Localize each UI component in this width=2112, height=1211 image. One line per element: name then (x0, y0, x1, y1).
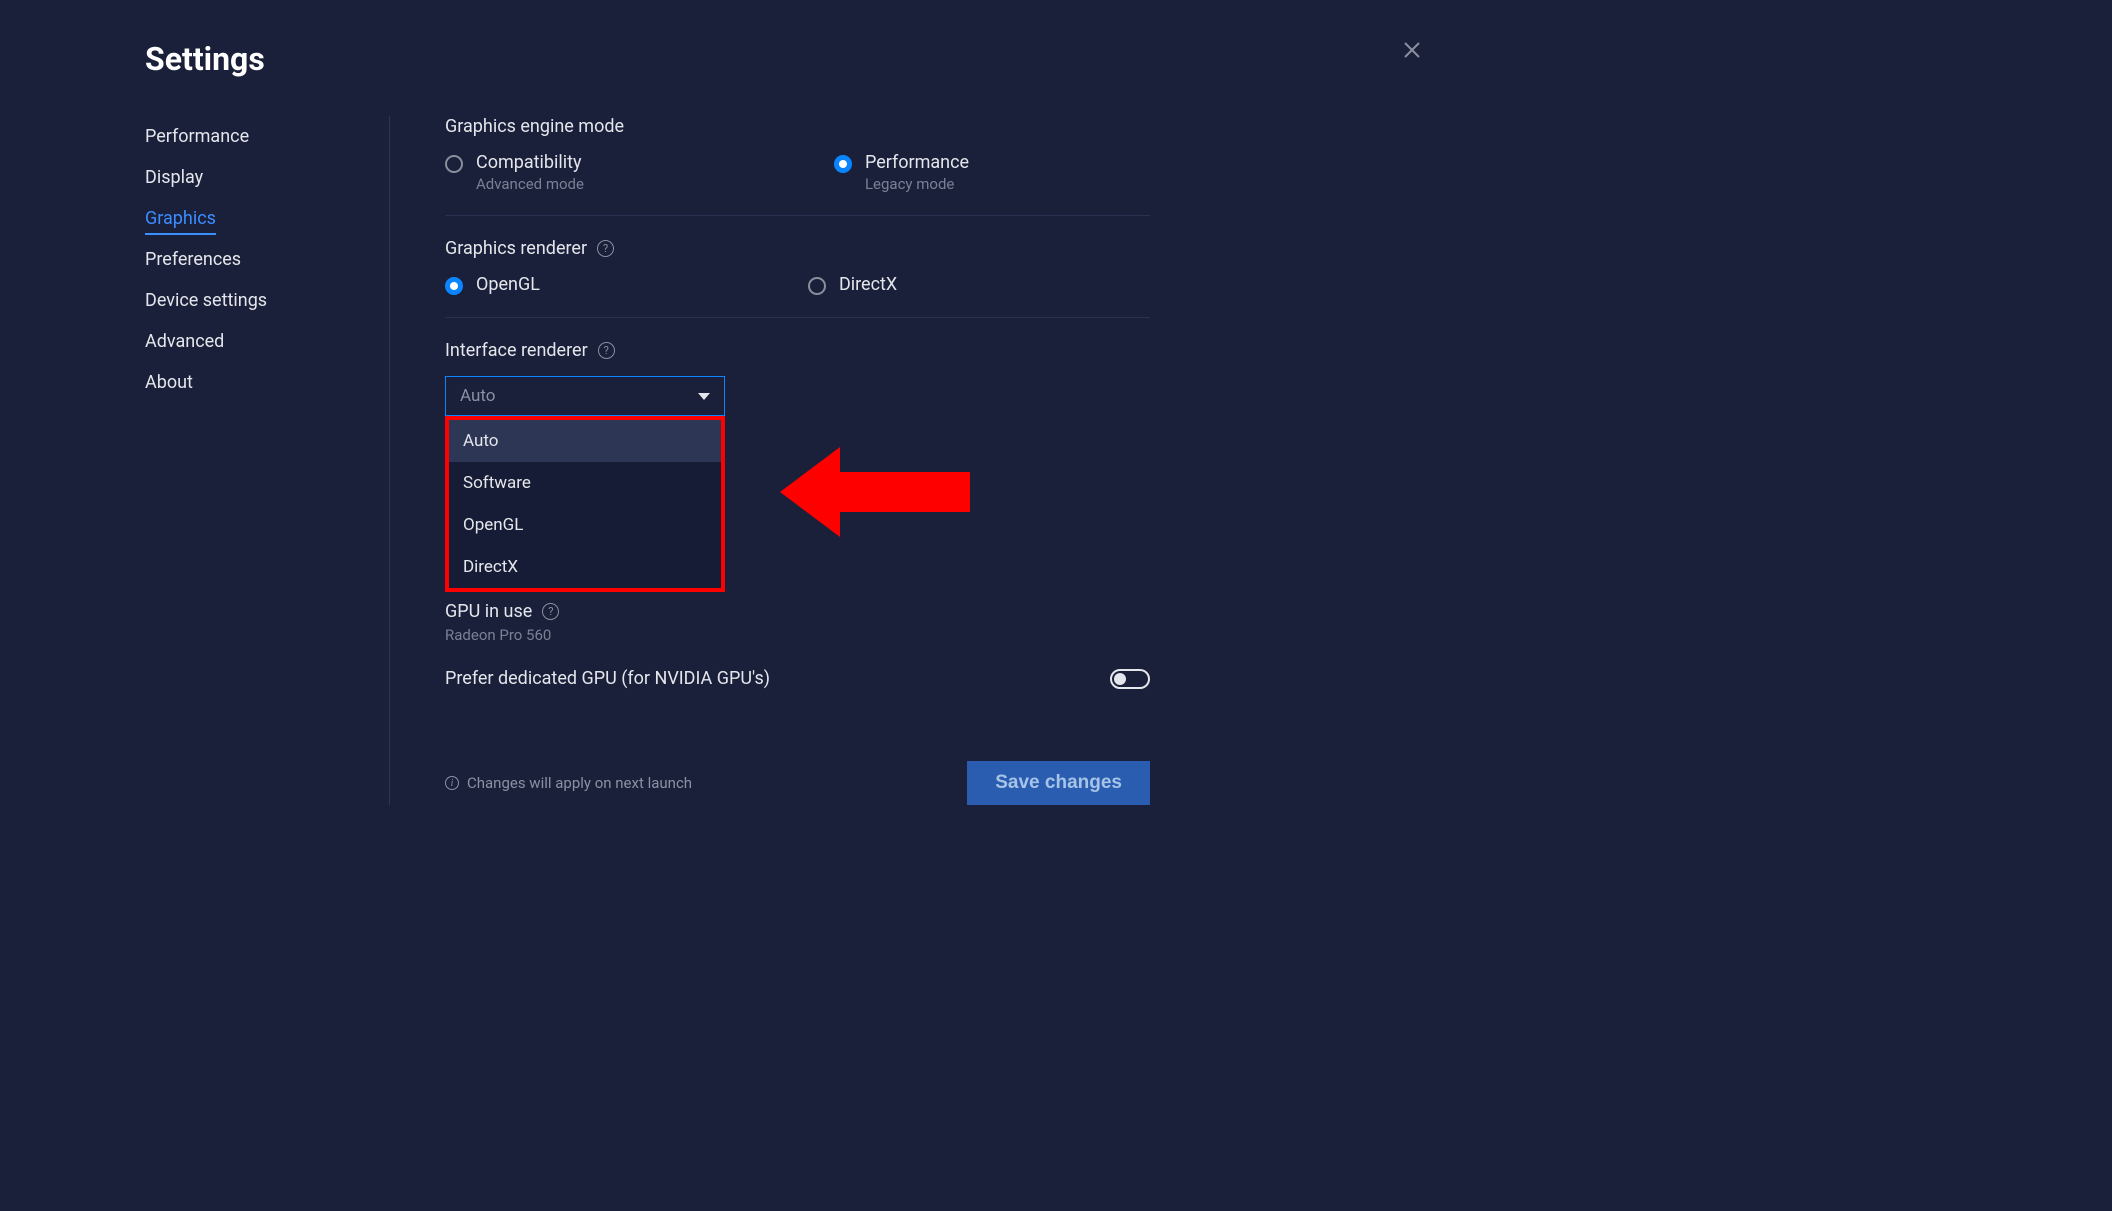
dropdown-value: Auto (460, 386, 495, 406)
section-title-text: GPU in use (445, 601, 532, 622)
sidebar-item-advanced[interactable]: Advanced (145, 321, 359, 362)
info-message: i Changes will apply on next launch (445, 774, 692, 792)
dropdown-option-auto[interactable]: Auto (449, 420, 721, 462)
help-icon[interactable]: ? (597, 240, 614, 257)
interface-renderer-dropdown-list: Auto Software OpenGL DirectX (445, 416, 725, 592)
page-title: Settings (145, 40, 1407, 78)
info-text: Changes will apply on next launch (467, 774, 692, 792)
section-title-text: Interface renderer (445, 340, 588, 361)
interface-renderer-dropdown[interactable]: Auto (445, 376, 725, 416)
radio-sublabel: Advanced mode (476, 175, 584, 193)
section-title: Graphics renderer ? (445, 238, 1150, 259)
help-icon[interactable]: ? (542, 603, 559, 620)
sidebar-item-label: Advanced (145, 331, 224, 352)
graphics-renderer-section: Graphics renderer ? OpenGL DirectX (445, 238, 1150, 318)
annotation-arrow (780, 432, 980, 552)
prefer-dedicated-gpu-label: Prefer dedicated GPU (for NVIDIA GPU's) (445, 668, 770, 689)
dropdown-option-opengl[interactable]: OpenGL (449, 504, 721, 546)
sidebar-item-performance[interactable]: Performance (145, 116, 359, 157)
info-icon: i (445, 776, 459, 790)
sidebar-item-graphics[interactable]: Graphics (145, 198, 359, 239)
sidebar-item-label: Preferences (145, 249, 241, 270)
engine-performance-option[interactable]: Performance Legacy mode (834, 152, 969, 193)
engine-compatibility-option[interactable]: Compatibility Advanced mode (445, 152, 584, 193)
radio-label: Performance (865, 152, 969, 173)
sidebar: Performance Display Graphics Preferences… (145, 116, 390, 805)
radio-label: DirectX (839, 274, 897, 295)
chevron-down-icon (698, 393, 710, 400)
section-title: Interface renderer ? (445, 340, 1150, 361)
sidebar-item-label: Display (145, 167, 203, 188)
sidebar-item-label: Graphics (145, 208, 216, 235)
dropdown-option-directx[interactable]: DirectX (449, 546, 721, 588)
sidebar-item-label: Performance (145, 126, 249, 147)
section-title-text: Graphics renderer (445, 238, 587, 259)
graphics-engine-section: Graphics engine mode Compatibility Advan… (445, 116, 1150, 216)
radio-icon (445, 277, 463, 295)
gpu-section: GPU in use ? Radeon Pro 560 Prefer dedic… (445, 601, 1150, 711)
save-button[interactable]: Save changes (967, 761, 1150, 805)
radio-label: Compatibility (476, 152, 584, 173)
sidebar-item-display[interactable]: Display (145, 157, 359, 198)
sidebar-item-label: Device settings (145, 290, 267, 311)
renderer-directx-option[interactable]: DirectX (808, 274, 897, 295)
renderer-opengl-option[interactable]: OpenGL (445, 274, 540, 295)
close-icon[interactable] (1402, 40, 1422, 60)
section-title: GPU in use ? (445, 601, 1150, 622)
sidebar-item-about[interactable]: About (145, 362, 359, 403)
radio-icon (808, 277, 826, 295)
sidebar-item-label: About (145, 372, 193, 393)
prefer-dedicated-gpu-toggle[interactable] (1110, 669, 1150, 689)
dropdown-option-software[interactable]: Software (449, 462, 721, 504)
sidebar-item-device-settings[interactable]: Device settings (145, 280, 359, 321)
radio-icon (834, 155, 852, 173)
section-title: Graphics engine mode (445, 116, 1150, 137)
gpu-value: Radeon Pro 560 (445, 626, 1150, 644)
radio-label: OpenGL (476, 274, 540, 295)
sidebar-item-preferences[interactable]: Preferences (145, 239, 359, 280)
radio-sublabel: Legacy mode (865, 175, 969, 193)
radio-icon (445, 155, 463, 173)
help-icon[interactable]: ? (598, 342, 615, 359)
